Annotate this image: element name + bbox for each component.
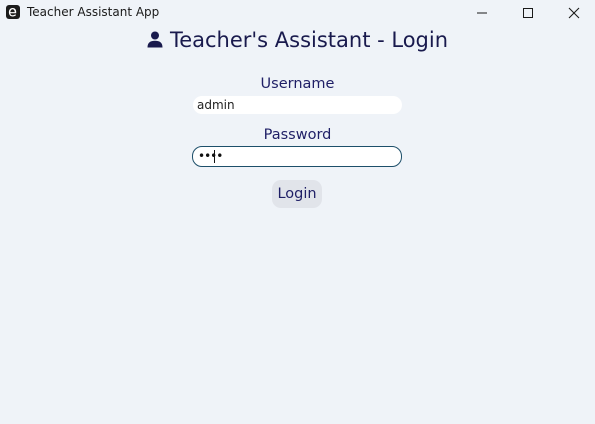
- password-field[interactable]: ••••: [192, 146, 402, 167]
- password-masked-value: ••••: [198, 149, 223, 163]
- app-window: Teacher Assistant App Teacher's Assistan…: [0, 0, 595, 424]
- user-icon: [147, 29, 163, 53]
- page-title-text: Teacher's Assistant - Login: [169, 28, 449, 52]
- title-bar[interactable]: Teacher Assistant App: [0, 0, 595, 26]
- minimize-button[interactable]: [459, 0, 505, 26]
- page-title: Teacher's Assistant - Login: [0, 28, 595, 53]
- close-icon: [568, 7, 580, 19]
- maximize-button[interactable]: [505, 0, 551, 26]
- window-title: Teacher Assistant App: [27, 5, 160, 19]
- close-button[interactable]: [551, 0, 595, 26]
- minimize-icon: [477, 12, 487, 14]
- login-button[interactable]: Login: [272, 180, 322, 208]
- text-caret: [214, 150, 215, 163]
- username-field[interactable]: admin: [193, 96, 402, 114]
- app-e-icon: [6, 5, 20, 19]
- username-label: Username: [260, 76, 335, 92]
- password-label: Password: [263, 127, 332, 143]
- maximize-icon: [523, 8, 533, 18]
